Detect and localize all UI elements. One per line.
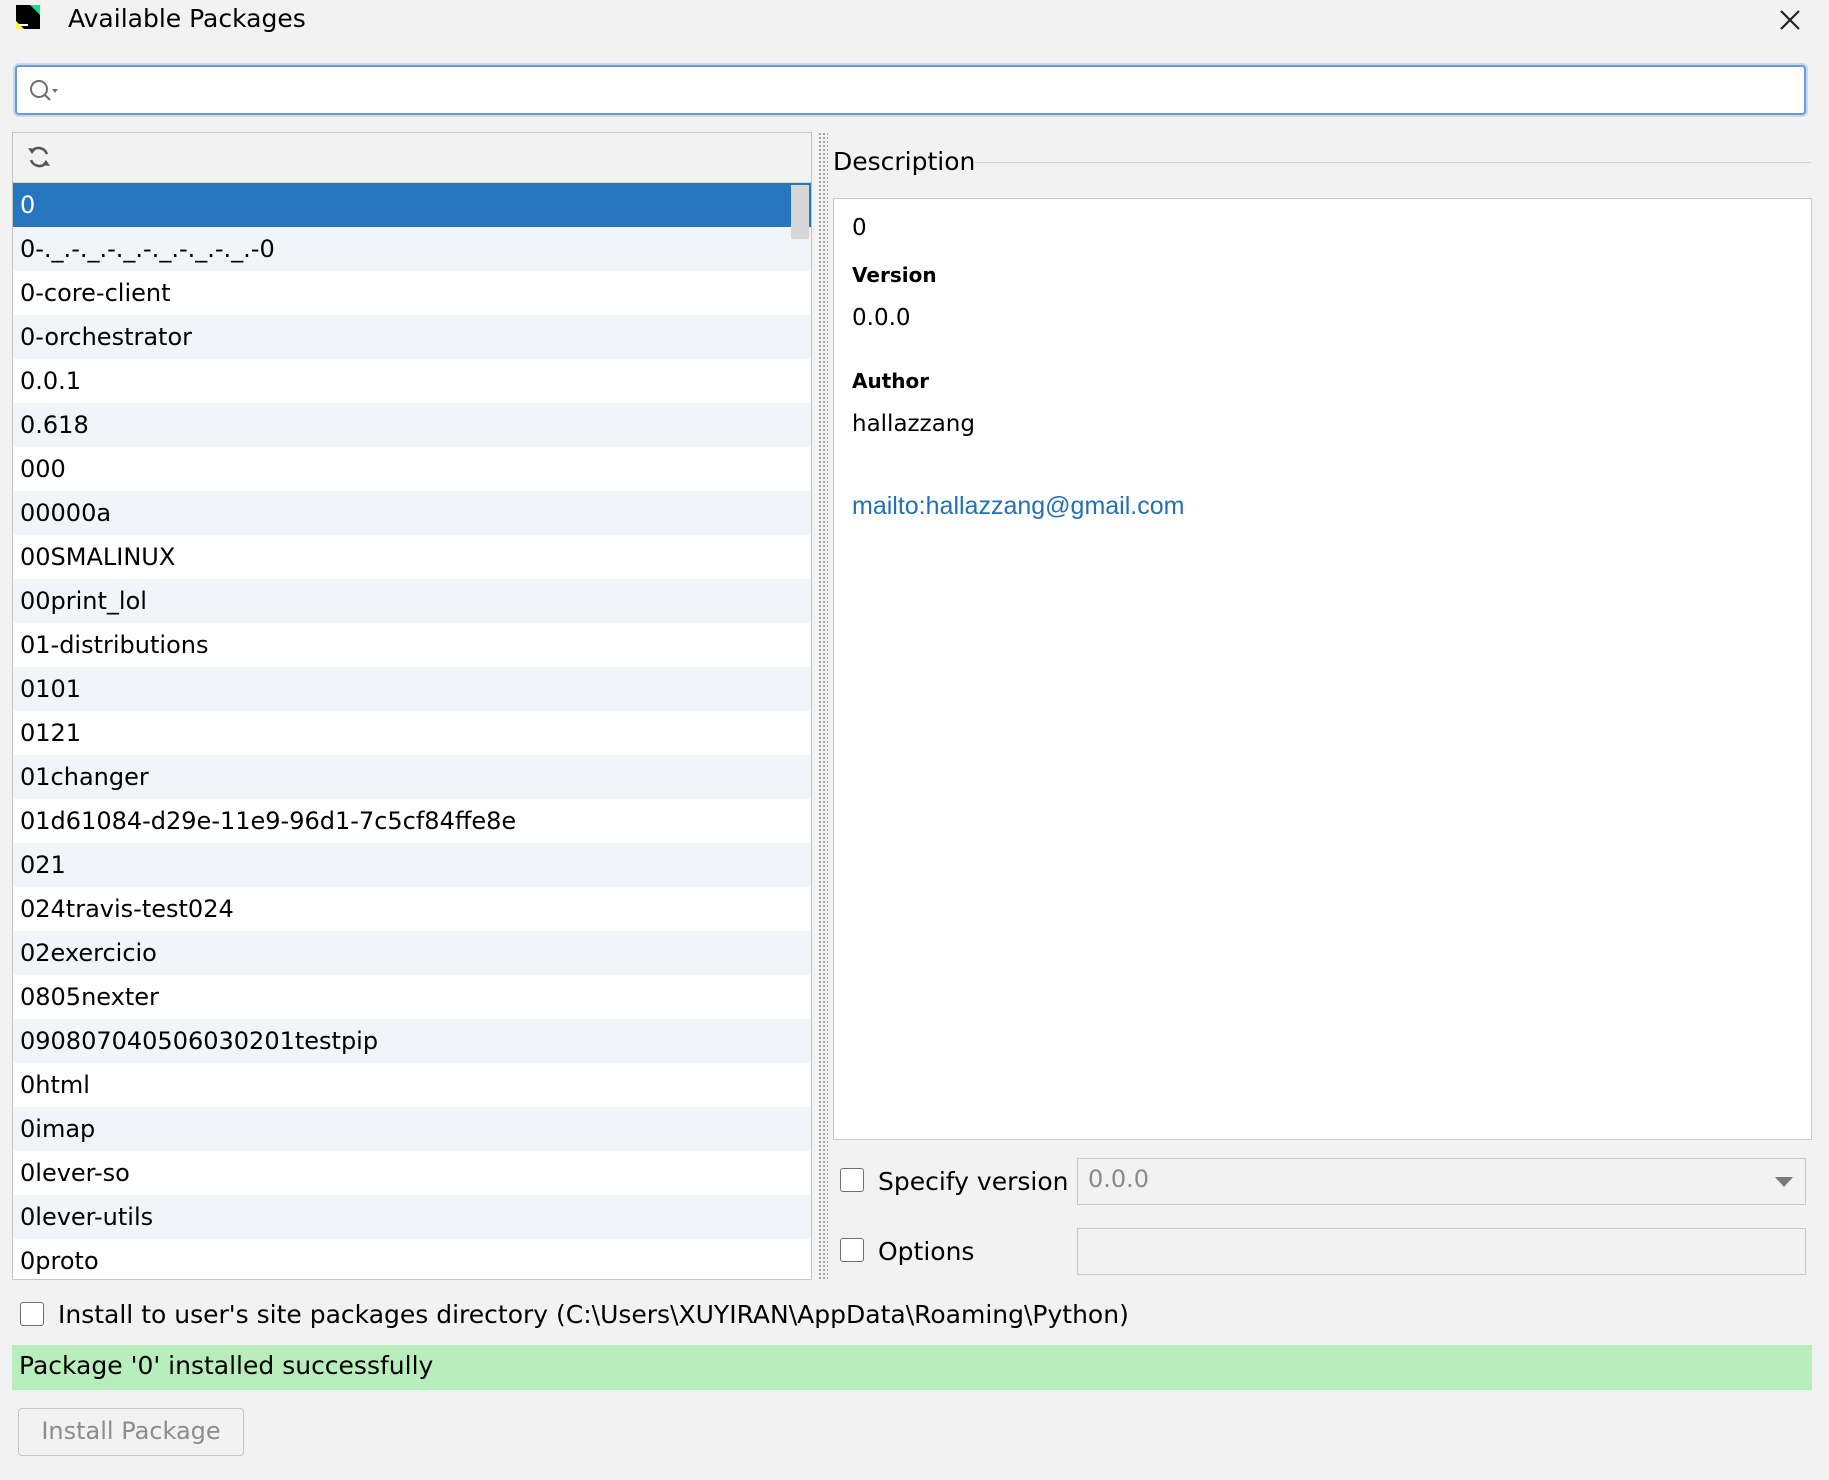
package-list-item[interactable]: 0lever-so <box>13 1151 811 1195</box>
title-bar: Available Packages <box>0 0 1829 40</box>
status-message: Package '0' installed successfully <box>19 1351 434 1380</box>
package-name: 0 <box>852 215 867 241</box>
close-icon <box>1780 10 1800 30</box>
package-list-item[interactable]: 0imap <box>13 1107 811 1151</box>
search-box[interactable] <box>15 65 1806 115</box>
version-select[interactable]: 0.0.0 <box>1077 1158 1806 1205</box>
package-list-item[interactable]: 0 <box>13 183 811 227</box>
package-list-item[interactable]: 0.618 <box>13 403 811 447</box>
package-list-item[interactable]: 01d61084-d29e-11e9-96d1-7c5cf84ffe8e <box>13 799 811 843</box>
package-list-item[interactable]: 0805nexter <box>13 975 811 1019</box>
version-select-value: 0.0.0 <box>1088 1165 1150 1193</box>
close-button[interactable] <box>1772 2 1808 38</box>
package-list-item[interactable]: 0.0.1 <box>13 359 811 403</box>
package-list-item[interactable]: 01-distributions <box>13 623 811 667</box>
package-list-item[interactable]: 0html <box>13 1063 811 1107</box>
options-label: Options <box>878 1237 975 1266</box>
package-list-item[interactable]: 0lever-utils <box>13 1195 811 1239</box>
package-list-item[interactable]: 00print_lol <box>13 579 811 623</box>
package-list-item[interactable]: 0121 <box>13 711 811 755</box>
package-list-item[interactable]: 02exercicio <box>13 931 811 975</box>
reload-icon[interactable] <box>25 143 53 171</box>
list-toolbar <box>13 133 811 183</box>
install-user-label: Install to user's site packages director… <box>58 1300 1129 1329</box>
options-input[interactable] <box>1077 1228 1806 1275</box>
package-list-item[interactable]: 0101 <box>13 667 811 711</box>
version-label: Version <box>852 263 937 287</box>
specify-version-checkbox[interactable] <box>840 1168 864 1192</box>
package-list-item[interactable]: 000 <box>13 447 811 491</box>
package-list-item[interactable]: 01changer <box>13 755 811 799</box>
package-list-item[interactable]: 0-._.-._.-._.-._.-._.-._.-0 <box>13 227 811 271</box>
package-list-item[interactable]: 00000a <box>13 491 811 535</box>
author-email-link[interactable]: mailto:hallazzang@gmail.com <box>852 492 1184 521</box>
search-input[interactable] <box>72 73 1776 109</box>
specify-version-label: Specify version <box>878 1167 1069 1196</box>
status-bar: Package '0' installed successfully <box>12 1345 1812 1390</box>
version-value: 0.0.0 <box>852 305 911 331</box>
package-list-item[interactable]: 00SMALINUX <box>13 535 811 579</box>
install-package-button[interactable]: Install Package <box>18 1408 244 1456</box>
description-panel: 0 Version 0.0.0 Author hallazzang mailto… <box>833 198 1812 1140</box>
package-list-item[interactable]: 021 <box>13 843 811 887</box>
list-scrollbar-thumb[interactable] <box>791 185 809 239</box>
package-list-item[interactable]: 0proto <box>13 1239 811 1279</box>
install-user-checkbox[interactable] <box>20 1302 44 1326</box>
author-value: hallazzang <box>852 411 975 437</box>
pycharm-logo-icon <box>16 5 40 29</box>
panel-splitter[interactable] <box>818 132 828 1280</box>
package-list[interactable]: 0 0-._.-._.-._.-._.-._.-._.-0 0-core-clien… <box>13 183 811 1279</box>
search-icon[interactable] <box>27 77 61 105</box>
package-list-item[interactable]: 090807040506030201testpip <box>13 1019 811 1063</box>
options-checkbox[interactable] <box>840 1238 864 1262</box>
package-list-item[interactable]: 0-core-client <box>13 271 811 315</box>
author-label: Author <box>852 369 930 393</box>
package-list-item[interactable]: 024travis-test024 <box>13 887 811 931</box>
description-divider <box>975 162 1811 163</box>
chevron-down-icon <box>1775 1177 1793 1187</box>
description-heading: Description <box>833 145 988 179</box>
package-list-panel: 0 0-._.-._.-._.-._.-._.-._.-0 0-core-clien… <box>12 132 812 1280</box>
package-list-item[interactable]: 0-orchestrator <box>13 315 811 359</box>
window-title: Available Packages <box>68 4 306 33</box>
